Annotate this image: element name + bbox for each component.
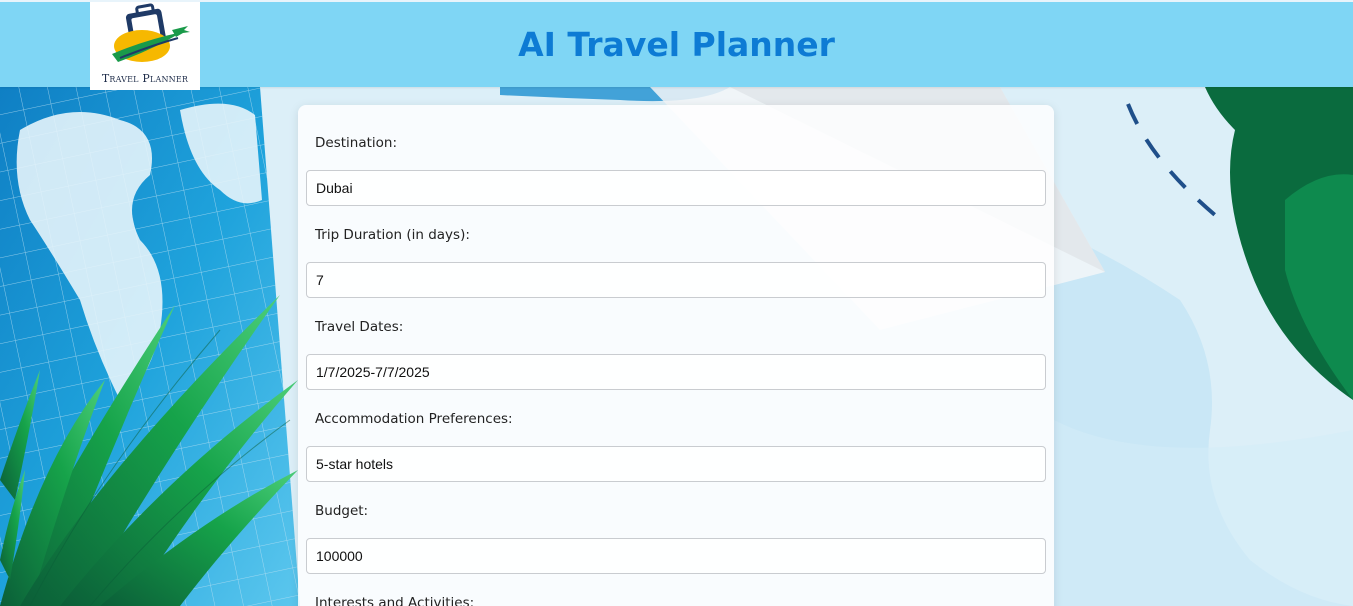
app-title: AI Travel Planner	[518, 25, 835, 64]
logo-suitcase-icon	[112, 3, 190, 62]
trip-duration-input[interactable]	[306, 262, 1046, 298]
travel-dates-input[interactable]	[306, 354, 1046, 390]
budget-input[interactable]	[306, 538, 1046, 574]
travel-planner-logo[interactable]: Travel Planner	[90, 2, 200, 90]
budget-label: Budget:	[315, 503, 369, 519]
accommodation-label: Accommodation Preferences:	[315, 411, 513, 427]
interests-label: Interests and Activities:	[315, 595, 475, 606]
trip-form: Destination: Trip Duration (in days): Tr…	[298, 105, 1054, 606]
destination-label: Destination:	[315, 135, 398, 151]
accommodation-input[interactable]	[306, 446, 1046, 482]
trip-duration-label: Trip Duration (in days):	[315, 227, 470, 243]
logo-text: Travel Planner	[101, 72, 189, 85]
travel-dates-label: Travel Dates:	[315, 319, 404, 335]
destination-input[interactable]	[306, 170, 1046, 206]
app-page: AI Travel Planner Travel Planner Destina…	[0, 0, 1353, 606]
